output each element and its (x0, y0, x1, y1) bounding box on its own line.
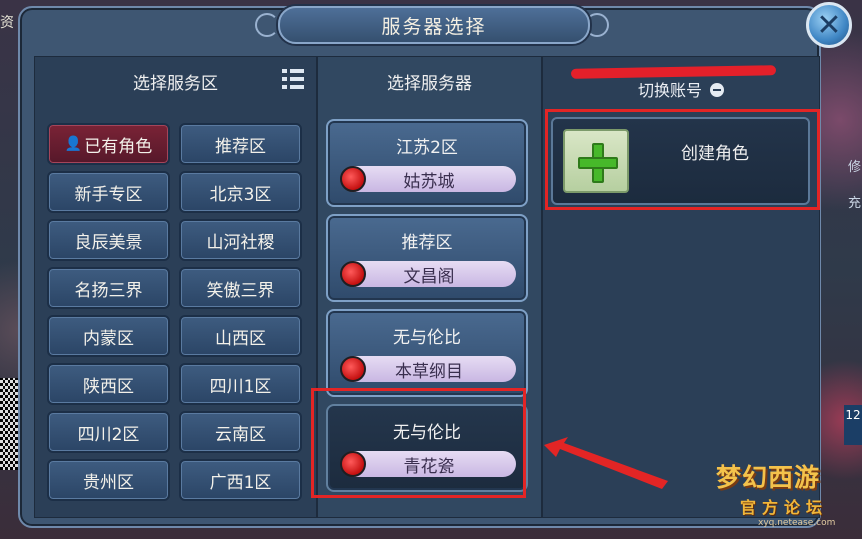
server-region: 江苏2区 (396, 138, 458, 158)
watermark-logo: 梦幻西游 (716, 463, 821, 492)
zone-label: 广西1区 (209, 472, 272, 493)
zone-label: 贵州区 (83, 472, 134, 493)
zone-label: 四川1区 (209, 376, 272, 397)
zone-label: 新手专区 (74, 184, 143, 205)
qr-code-image (0, 378, 20, 470)
zone-label: 推荐区 (215, 136, 266, 157)
zone-button[interactable]: 四川1区 (179, 363, 302, 405)
dialog-title: 服务器选择 (381, 15, 487, 38)
zone-button[interactable]: 山西区 (179, 315, 302, 357)
server-name: 姑苏城 (403, 171, 455, 192)
background-right-text-1: 修 (848, 160, 862, 175)
close-icon: ✕ (816, 7, 842, 43)
highlight-box-server (311, 388, 526, 498)
background-right-text: 修 充 (848, 150, 862, 222)
scroll-ornament-left-icon (255, 13, 279, 37)
server-name-pill: 本草纲目 (340, 356, 516, 382)
annotation-arrow-icon (544, 437, 668, 489)
server-card[interactable]: 推荐区 文昌阁 (326, 214, 528, 302)
zone-button[interactable]: 新手专区 (47, 171, 170, 213)
zone-label: 四川2区 (77, 424, 140, 445)
server-panel-header: 选择服务器 (318, 57, 541, 105)
zone-button-existing-roles[interactable]: 👤 已有角色 (47, 123, 170, 165)
server-card[interactable]: 无与伦比 本草纲目 (326, 309, 528, 397)
zone-button[interactable]: 笑傲三界 (179, 267, 302, 309)
zone-label: 陕西区 (83, 376, 134, 397)
server-status-icon (340, 356, 366, 382)
zone-label: 山西区 (215, 328, 266, 349)
highlight-box-create-role (545, 109, 820, 210)
zone-button[interactable]: 云南区 (179, 411, 302, 453)
zone-grid: 👤 已有角色 推荐区 新手专区 北京3区 良辰美景 山河社稷 名扬三界 笑傲三界… (47, 123, 305, 501)
server-name-pill: 姑苏城 (340, 166, 516, 192)
server-status-icon (340, 166, 366, 192)
background-badge: 12 (844, 405, 862, 445)
zone-button[interactable]: 贵州区 (47, 459, 170, 501)
zone-panel-header: 选择服务区 (35, 57, 316, 105)
switch-icon (710, 83, 725, 97)
person-icon: 👤 (64, 136, 83, 152)
zone-label: 名扬三界 (74, 280, 143, 301)
zone-label: 已有角色 (84, 136, 153, 157)
background-right-text-2: 充 (848, 196, 862, 211)
watermark-subtitle: 官方论坛 (740, 498, 829, 517)
server-card[interactable]: 江苏2区 姑苏城 (326, 119, 528, 207)
zone-button[interactable]: 名扬三界 (47, 267, 170, 309)
zone-label: 山河社稷 (206, 232, 275, 253)
watermark-url: xyq.netease.com (758, 518, 836, 528)
zone-button[interactable]: 陕西区 (47, 363, 170, 405)
server-region: 推荐区 (401, 233, 453, 253)
title-banner: 服务器选择 (278, 6, 590, 44)
zone-button[interactable]: 四川2区 (47, 411, 170, 453)
close-button[interactable]: ✕ (806, 2, 852, 48)
server-region: 无与伦比 (393, 328, 461, 348)
zone-button[interactable]: 内蒙区 (47, 315, 170, 357)
zone-label: 内蒙区 (83, 328, 134, 349)
background-left-text: 资 (0, 15, 14, 31)
zone-button[interactable]: 良辰美景 (47, 219, 170, 261)
server-name: 文昌阁 (403, 266, 455, 287)
zone-label: 笑傲三界 (206, 280, 275, 301)
switch-account-link[interactable]: 切换账号 (543, 77, 819, 101)
zone-panel: 选择服务区 👤 已有角色 推荐区 新手专区 北京3区 良辰美景 山河社稷 名扬三… (34, 56, 317, 518)
zone-button[interactable]: 广西1区 (179, 459, 302, 501)
zone-panel-title: 选择服务区 (133, 73, 218, 94)
list-icon[interactable] (282, 69, 304, 89)
server-status-icon (340, 261, 366, 287)
server-panel-title: 选择服务器 (387, 73, 472, 94)
zone-button[interactable]: 北京3区 (179, 171, 302, 213)
server-name: 本草纲目 (395, 361, 463, 382)
zone-label: 北京3区 (209, 184, 272, 205)
switch-account-label: 切换账号 (637, 81, 702, 100)
zone-label: 良辰美景 (74, 232, 143, 253)
zone-label: 云南区 (215, 424, 266, 445)
server-name-pill: 文昌阁 (340, 261, 516, 287)
watermark: 梦幻西游 官方论坛 xyq.netease.com (716, 458, 862, 538)
zone-button[interactable]: 推荐区 (179, 123, 302, 165)
zone-button[interactable]: 山河社稷 (179, 219, 302, 261)
